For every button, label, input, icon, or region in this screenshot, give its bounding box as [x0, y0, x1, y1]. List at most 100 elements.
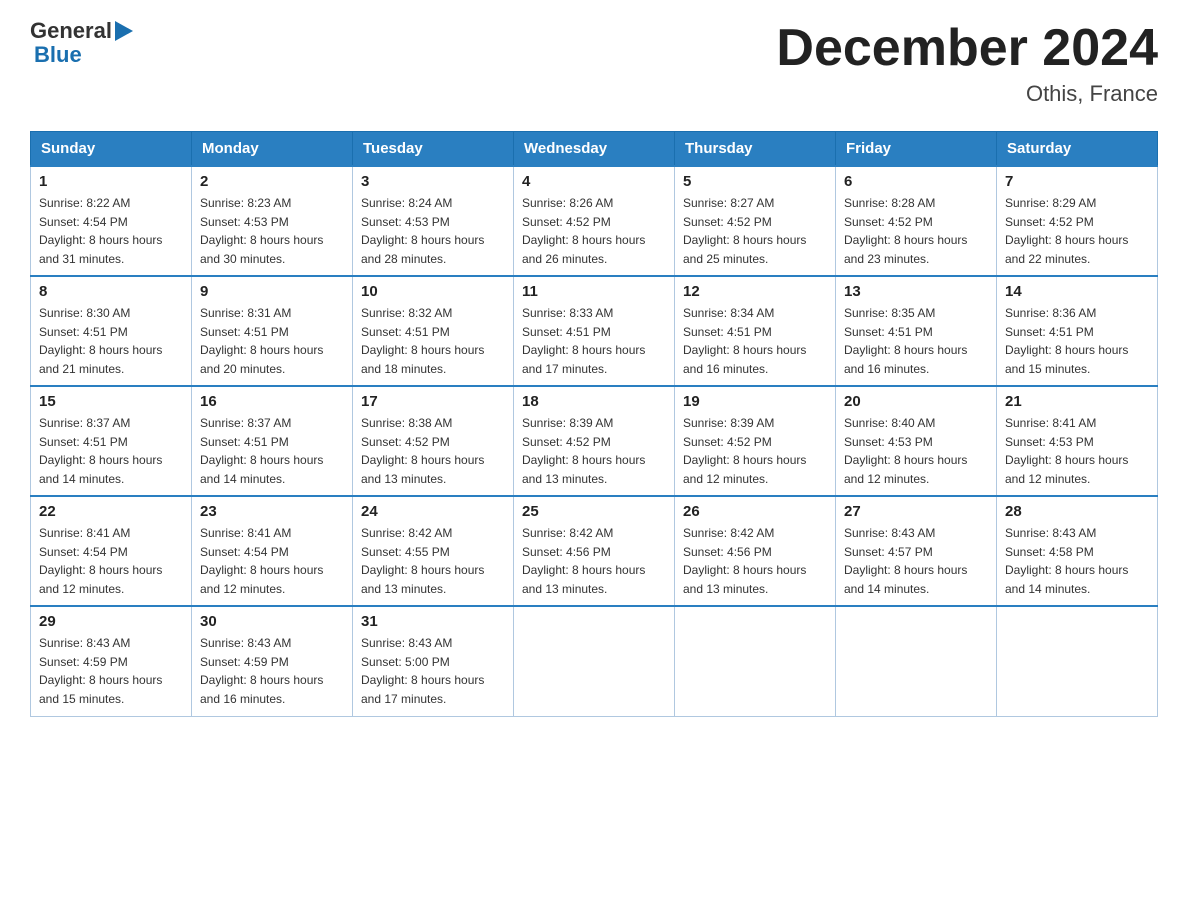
calendar-cell: 23 Sunrise: 8:41 AMSunset: 4:54 PMDayligh… [192, 496, 353, 606]
day-info: Sunrise: 8:24 AMSunset: 4:53 PMDaylight:… [361, 194, 505, 268]
day-info: Sunrise: 8:43 AMSunset: 4:58 PMDaylight:… [1005, 524, 1149, 598]
day-number: 16 [200, 393, 344, 410]
calendar-cell: 2 Sunrise: 8:23 AMSunset: 4:53 PMDaylight… [192, 166, 353, 276]
calendar-cell [997, 606, 1158, 716]
calendar-cell: 8Sunrise: 8:30 AMSunset: 4:51 PMDaylight… [31, 276, 192, 386]
day-number: 14 [1005, 283, 1149, 300]
day-info: Sunrise: 8:37 AMSunset: 4:51 PMDaylight:… [200, 414, 344, 488]
day-info: Sunrise: 8:40 AMSunset: 4:53 PMDaylight:… [844, 414, 988, 488]
calendar-cell: 15 Sunrise: 8:37 AMSunset: 4:51 PMDayligh… [31, 386, 192, 496]
day-info: Sunrise: 8:34 AMSunset: 4:51 PMDaylight:… [683, 304, 827, 378]
day-info: Sunrise: 8:26 AMSunset: 4:52 PMDaylight:… [522, 194, 666, 268]
day-number: 4 [522, 173, 666, 190]
calendar-week-row: 8Sunrise: 8:30 AMSunset: 4:51 PMDaylight… [31, 276, 1158, 386]
calendar-week-row: 22 Sunrise: 8:41 AMSunset: 4:54 PMDayligh… [31, 496, 1158, 606]
day-number: 15 [39, 393, 183, 410]
day-number: 19 [683, 393, 827, 410]
day-number: 25 [522, 503, 666, 520]
calendar-cell: 1 Sunrise: 8:22 AMSunset: 4:54 PMDaylight… [31, 166, 192, 276]
calendar-cell: 4 Sunrise: 8:26 AMSunset: 4:52 PMDaylight… [514, 166, 675, 276]
day-info: Sunrise: 8:38 AMSunset: 4:52 PMDaylight:… [361, 414, 505, 488]
calendar-cell: 18Sunrise: 8:39 AMSunset: 4:52 PMDayligh… [514, 386, 675, 496]
day-number: 29 [39, 613, 183, 630]
day-info: Sunrise: 8:42 AMSunset: 4:55 PMDaylight:… [361, 524, 505, 598]
day-number: 7 [1005, 173, 1149, 190]
calendar-cell: 10 Sunrise: 8:32 AMSunset: 4:51 PMDayligh… [353, 276, 514, 386]
calendar-cell: 21 Sunrise: 8:41 AMSunset: 4:53 PMDayligh… [997, 386, 1158, 496]
day-info: Sunrise: 8:42 AMSunset: 4:56 PMDaylight:… [683, 524, 827, 598]
day-number: 31 [361, 613, 505, 630]
calendar-cell: 12Sunrise: 8:34 AMSunset: 4:51 PMDayligh… [675, 276, 836, 386]
weekday-header-saturday: Saturday [997, 132, 1158, 167]
day-number: 26 [683, 503, 827, 520]
calendar-cell: 28Sunrise: 8:43 AMSunset: 4:58 PMDayligh… [997, 496, 1158, 606]
calendar-cell: 30 Sunrise: 8:43 AMSunset: 4:59 PMDayligh… [192, 606, 353, 716]
day-info: Sunrise: 8:43 AMSunset: 4:57 PMDaylight:… [844, 524, 988, 598]
location: Othis, France [776, 81, 1158, 107]
calendar-cell: 20 Sunrise: 8:40 AMSunset: 4:53 PMDayligh… [836, 386, 997, 496]
calendar-cell: 6Sunrise: 8:28 AMSunset: 4:52 PMDaylight… [836, 166, 997, 276]
logo-blue-text: Blue [34, 42, 82, 68]
day-number: 23 [200, 503, 344, 520]
calendar-week-row: 1 Sunrise: 8:22 AMSunset: 4:54 PMDaylight… [31, 166, 1158, 276]
calendar-cell: 26 Sunrise: 8:42 AMSunset: 4:56 PMDayligh… [675, 496, 836, 606]
calendar-cell: 27 Sunrise: 8:43 AMSunset: 4:57 PMDayligh… [836, 496, 997, 606]
calendar-cell: 25Sunrise: 8:42 AMSunset: 4:56 PMDayligh… [514, 496, 675, 606]
day-info: Sunrise: 8:37 AMSunset: 4:51 PMDaylight:… [39, 414, 183, 488]
weekday-header-monday: Monday [192, 132, 353, 167]
day-info: Sunrise: 8:31 AMSunset: 4:51 PMDaylight:… [200, 304, 344, 378]
day-info: Sunrise: 8:41 AMSunset: 4:54 PMDaylight:… [39, 524, 183, 598]
day-info: Sunrise: 8:22 AMSunset: 4:54 PMDaylight:… [39, 194, 183, 268]
day-number: 30 [200, 613, 344, 630]
day-number: 21 [1005, 393, 1149, 410]
day-number: 22 [39, 503, 183, 520]
day-info: Sunrise: 8:41 AMSunset: 4:54 PMDaylight:… [200, 524, 344, 598]
calendar-cell: 5 Sunrise: 8:27 AMSunset: 4:52 PMDaylight… [675, 166, 836, 276]
day-info: Sunrise: 8:29 AMSunset: 4:52 PMDaylight:… [1005, 194, 1149, 268]
calendar-cell [675, 606, 836, 716]
day-number: 2 [200, 173, 344, 190]
weekday-header-tuesday: Tuesday [353, 132, 514, 167]
day-info: Sunrise: 8:43 AMSunset: 4:59 PMDaylight:… [39, 634, 183, 708]
day-number: 20 [844, 393, 988, 410]
title-area: December 2024 Othis, France [776, 20, 1158, 107]
weekday-header-wednesday: Wednesday [514, 132, 675, 167]
calendar-cell: 29 Sunrise: 8:43 AMSunset: 4:59 PMDayligh… [31, 606, 192, 716]
logo-general-text: General [30, 20, 112, 42]
day-number: 18 [522, 393, 666, 410]
calendar-cell: 19Sunrise: 8:39 AMSunset: 4:52 PMDayligh… [675, 386, 836, 496]
calendar-cell: 16 Sunrise: 8:37 AMSunset: 4:51 PMDayligh… [192, 386, 353, 496]
day-number: 9 [200, 283, 344, 300]
day-info: Sunrise: 8:36 AMSunset: 4:51 PMDaylight:… [1005, 304, 1149, 378]
calendar-cell: 11Sunrise: 8:33 AMSunset: 4:51 PMDayligh… [514, 276, 675, 386]
day-number: 8 [39, 283, 183, 300]
calendar-cell [514, 606, 675, 716]
weekday-header-row: SundayMondayTuesdayWednesdayThursdayFrid… [31, 132, 1158, 167]
day-number: 13 [844, 283, 988, 300]
day-number: 10 [361, 283, 505, 300]
day-info: Sunrise: 8:43 AMSunset: 5:00 PMDaylight:… [361, 634, 505, 708]
calendar-cell: 31 Sunrise: 8:43 AMSunset: 5:00 PMDayligh… [353, 606, 514, 716]
day-number: 11 [522, 283, 666, 300]
day-info: Sunrise: 8:32 AMSunset: 4:51 PMDaylight:… [361, 304, 505, 378]
logo-area: General Blue [30, 20, 136, 68]
day-info: Sunrise: 8:43 AMSunset: 4:59 PMDaylight:… [200, 634, 344, 708]
day-info: Sunrise: 8:27 AMSunset: 4:52 PMDaylight:… [683, 194, 827, 268]
calendar-table: SundayMondayTuesdayWednesdayThursdayFrid… [30, 131, 1158, 717]
day-number: 1 [39, 173, 183, 190]
day-info: Sunrise: 8:23 AMSunset: 4:53 PMDaylight:… [200, 194, 344, 268]
day-number: 5 [683, 173, 827, 190]
weekday-header-thursday: Thursday [675, 132, 836, 167]
day-number: 27 [844, 503, 988, 520]
day-number: 17 [361, 393, 505, 410]
day-info: Sunrise: 8:28 AMSunset: 4:52 PMDaylight:… [844, 194, 988, 268]
calendar-cell: 14 Sunrise: 8:36 AMSunset: 4:51 PMDayligh… [997, 276, 1158, 386]
calendar-cell: 13Sunrise: 8:35 AMSunset: 4:51 PMDayligh… [836, 276, 997, 386]
day-number: 24 [361, 503, 505, 520]
day-info: Sunrise: 8:41 AMSunset: 4:53 PMDaylight:… [1005, 414, 1149, 488]
calendar-cell: 24 Sunrise: 8:42 AMSunset: 4:55 PMDayligh… [353, 496, 514, 606]
weekday-header-friday: Friday [836, 132, 997, 167]
calendar-cell: 9 Sunrise: 8:31 AMSunset: 4:51 PMDaylight… [192, 276, 353, 386]
page-header: General Blue December 2024 Othis, France [30, 20, 1158, 107]
logo: General [30, 20, 136, 42]
